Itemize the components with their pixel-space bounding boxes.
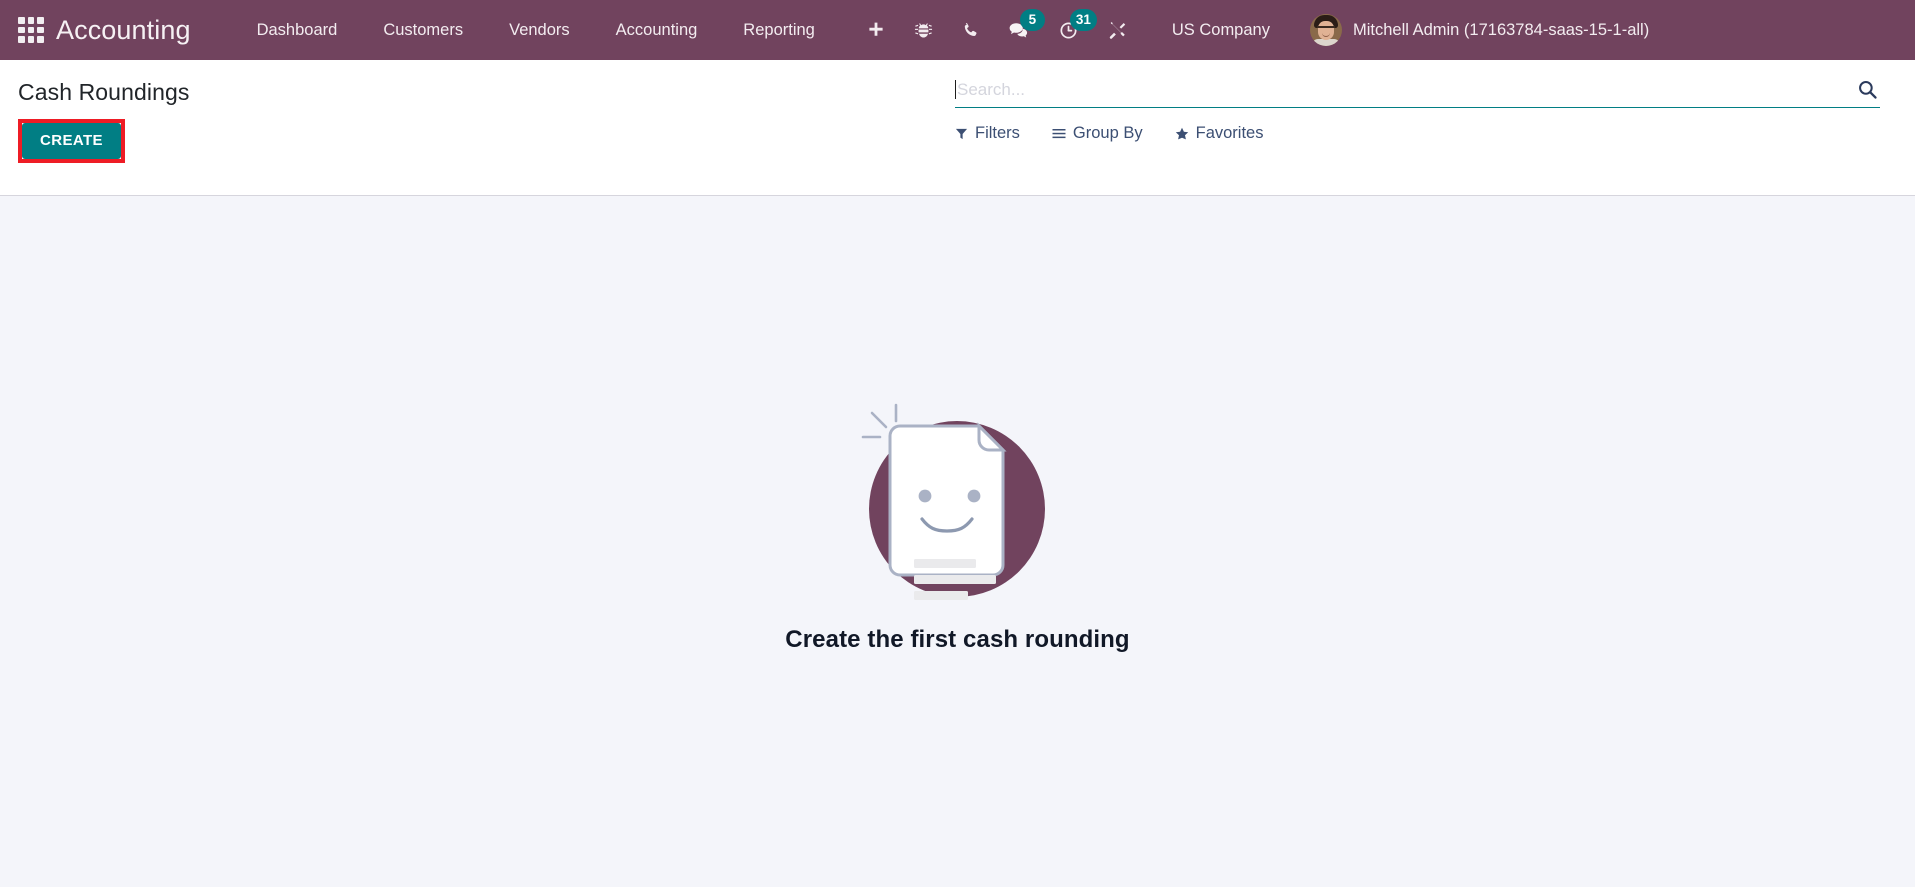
quick-create-plus-icon[interactable] bbox=[852, 0, 900, 60]
bars-icon bbox=[1052, 129, 1066, 139]
page-title: Cash Roundings bbox=[18, 79, 190, 105]
tools-icon[interactable] bbox=[1093, 0, 1142, 60]
app-brand-accounting[interactable]: Accounting bbox=[56, 15, 191, 46]
user-menu[interactable]: Mitchell Admin (17163784-saas-15-1-all) bbox=[1298, 0, 1667, 60]
navbar-systray: 5 31 bbox=[852, 0, 1142, 60]
filter-funnel-icon bbox=[955, 128, 968, 140]
search-options-row: Filters Group By Favorites bbox=[955, 121, 1915, 146]
empty-state: Create the first cash rounding bbox=[785, 391, 1130, 654]
favorites-label: Favorites bbox=[1195, 124, 1264, 142]
search-text-caret bbox=[955, 80, 956, 99]
menu-item-dashboard[interactable]: Dashboard bbox=[234, 0, 361, 60]
create-button[interactable]: CREATE bbox=[22, 123, 121, 160]
menu-item-vendors[interactable]: Vendors bbox=[486, 0, 593, 60]
chat-messages-icon[interactable]: 5 bbox=[994, 0, 1045, 60]
filters-label: Filters bbox=[975, 124, 1020, 142]
smiling-document-icon bbox=[862, 403, 1046, 600]
activity-clock-icon[interactable]: 31 bbox=[1044, 0, 1097, 60]
apps-grid-icon[interactable] bbox=[18, 17, 44, 43]
star-icon bbox=[1175, 127, 1188, 139]
create-button-highlight: CREATE bbox=[18, 119, 125, 164]
search-icon[interactable] bbox=[1851, 79, 1880, 100]
favorites-dropdown-button[interactable]: Favorites bbox=[1175, 121, 1274, 146]
search-view[interactable] bbox=[955, 72, 1880, 108]
groupby-dropdown-button[interactable]: Group By bbox=[1052, 121, 1153, 146]
empty-state-message: Create the first cash rounding bbox=[785, 626, 1130, 653]
user-name-label: Mitchell Admin (17163784-saas-15-1-all) bbox=[1352, 20, 1650, 39]
control-panel: Cash Roundings CREATE Filters bbox=[0, 60, 1915, 196]
phone-icon[interactable] bbox=[947, 0, 994, 60]
main-menu: Dashboard Customers Vendors Accounting R… bbox=[234, 0, 838, 60]
user-avatar bbox=[1309, 14, 1342, 46]
bug-icon[interactable] bbox=[900, 0, 947, 60]
menu-item-reporting[interactable]: Reporting bbox=[720, 0, 838, 60]
menu-item-accounting[interactable]: Accounting bbox=[593, 0, 721, 60]
company-switcher[interactable]: US Company bbox=[1150, 0, 1292, 60]
top-navbar: Accounting Dashboard Customers Vendors A… bbox=[0, 0, 1915, 60]
chat-count-badge: 5 bbox=[1019, 9, 1045, 31]
groupby-label: Group By bbox=[1072, 124, 1143, 142]
control-panel-left: Cash Roundings CREATE bbox=[0, 60, 955, 195]
filters-dropdown-button[interactable]: Filters bbox=[955, 121, 1030, 146]
content-area: Create the first cash rounding bbox=[0, 196, 1915, 887]
control-panel-right: Filters Group By Favorites bbox=[955, 60, 1915, 195]
search-input[interactable] bbox=[957, 75, 1851, 104]
menu-item-customers[interactable]: Customers bbox=[360, 0, 486, 60]
